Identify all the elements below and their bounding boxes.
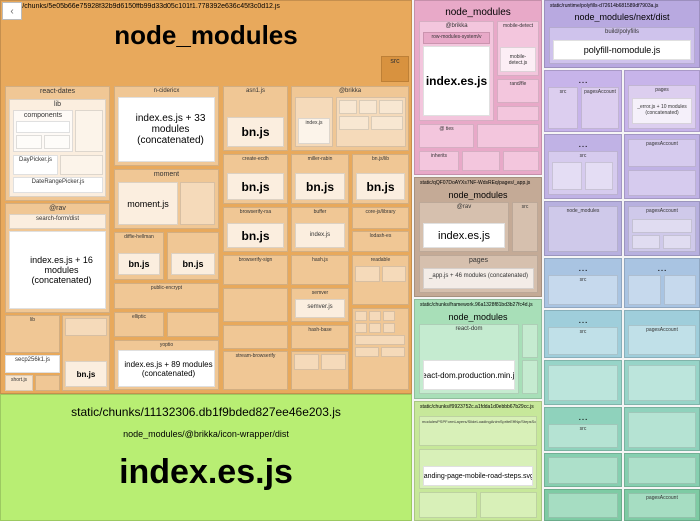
chunk-orange[interactable]: static/chunks/5e05b66e75928f32b9d6150ffb… bbox=[0, 0, 412, 394]
chunk-p5[interactable]: node_modules bbox=[544, 201, 622, 256]
chunk-green[interactable]: static/chunks/11132306.db1f9bded827ee46e… bbox=[0, 394, 412, 521]
daypicker: DayPicker.js bbox=[14, 156, 57, 163]
chunk-mint[interactable]: static/chunks/framework.96a1328f81bd3b27… bbox=[414, 299, 542, 399]
chunk-t8[interactable]: pagesAccount bbox=[624, 489, 700, 521]
chunk-lime[interactable]: static/chunks/f9923752c.a1fdda1d0ebbb67b… bbox=[414, 401, 542, 521]
chunk-t6[interactable] bbox=[624, 453, 700, 487]
chunk-b1[interactable]: … src bbox=[544, 258, 622, 308]
chunk-brown[interactable]: static/qQF07DoAYXs7NF-WdsREq/pages/_app.… bbox=[414, 177, 542, 297]
chunk-pink[interactable]: node_modules @brikka row-modules-system/… bbox=[414, 0, 542, 175]
green-subpath: node_modules/@brikka/icon-wrapper/dist bbox=[4, 429, 408, 439]
index89: index.es.js + 89 modules (concatenated) bbox=[119, 351, 215, 386]
chunk-lavender[interactable]: static/runtime/polyfills-d72614b681589df… bbox=[544, 0, 700, 68]
orange-src: src bbox=[382, 57, 408, 65]
chunk-p4[interactable]: pagesAccount bbox=[624, 134, 700, 199]
lime-file: landing-page-mobile-road-steps.svg bbox=[424, 467, 532, 485]
lavender-file: polyfill-nomodule.js bbox=[554, 41, 690, 59]
brown-file: index.es.js bbox=[424, 224, 504, 247]
orange-title: node_modules bbox=[4, 20, 408, 51]
react-dates[interactable]: react-dates bbox=[6, 87, 109, 95]
bundle-treemap[interactable]: ‹ static/chunks/5e05b66e75928f32b9d6150f… bbox=[0, 0, 700, 521]
lib: lib bbox=[10, 100, 105, 108]
components: components bbox=[14, 111, 72, 119]
chunk-c2[interactable]: pagesAccount bbox=[624, 310, 700, 358]
search-form: search-form/dist bbox=[10, 215, 105, 222]
chunk-t4[interactable] bbox=[624, 407, 700, 451]
chevron-left-icon: ‹ bbox=[10, 6, 13, 17]
chunk-path: static/chunks/5e05b66e75928f32b9d6150ffb… bbox=[4, 3, 408, 10]
mint-file: react-dom.production.min.js bbox=[424, 361, 514, 389]
green-path: static/chunks/11132306.db1f9bded827ee46e… bbox=[4, 405, 408, 419]
rav-pkg[interactable]: @rav bbox=[6, 204, 109, 212]
chunk-t1[interactable] bbox=[544, 360, 622, 405]
back-button[interactable]: ‹ bbox=[2, 2, 22, 20]
chunk-c1[interactable]: … src bbox=[544, 310, 622, 358]
chunk-t7[interactable] bbox=[544, 489, 622, 521]
chunk-t2[interactable] bbox=[624, 360, 700, 405]
daterange: DateRangePicker.js bbox=[14, 178, 102, 185]
pink-file: index.es.js bbox=[424, 47, 489, 115]
secp: secp256k1.js bbox=[6, 356, 59, 363]
index16: index.es.js + 16 modules (concatenated) bbox=[10, 232, 106, 308]
chunk-p3[interactable]: … src bbox=[544, 134, 622, 199]
index33: index.es.js + 33 modules (concatenated) bbox=[119, 98, 215, 161]
chunk-p6[interactable]: pagesAccount bbox=[624, 201, 700, 256]
chunk-p1[interactable]: … src pagesAccount bbox=[544, 70, 622, 132]
chunk-b2[interactable]: … bbox=[624, 258, 700, 308]
chunk-t5[interactable] bbox=[544, 453, 622, 487]
moment[interactable]: moment bbox=[115, 170, 218, 178]
chunk-t3[interactable]: … src bbox=[544, 407, 622, 451]
chunk-p2[interactable]: pages _error.js + 10 modules (concatenat… bbox=[624, 70, 700, 132]
green-file: index.es.js bbox=[4, 453, 408, 492]
